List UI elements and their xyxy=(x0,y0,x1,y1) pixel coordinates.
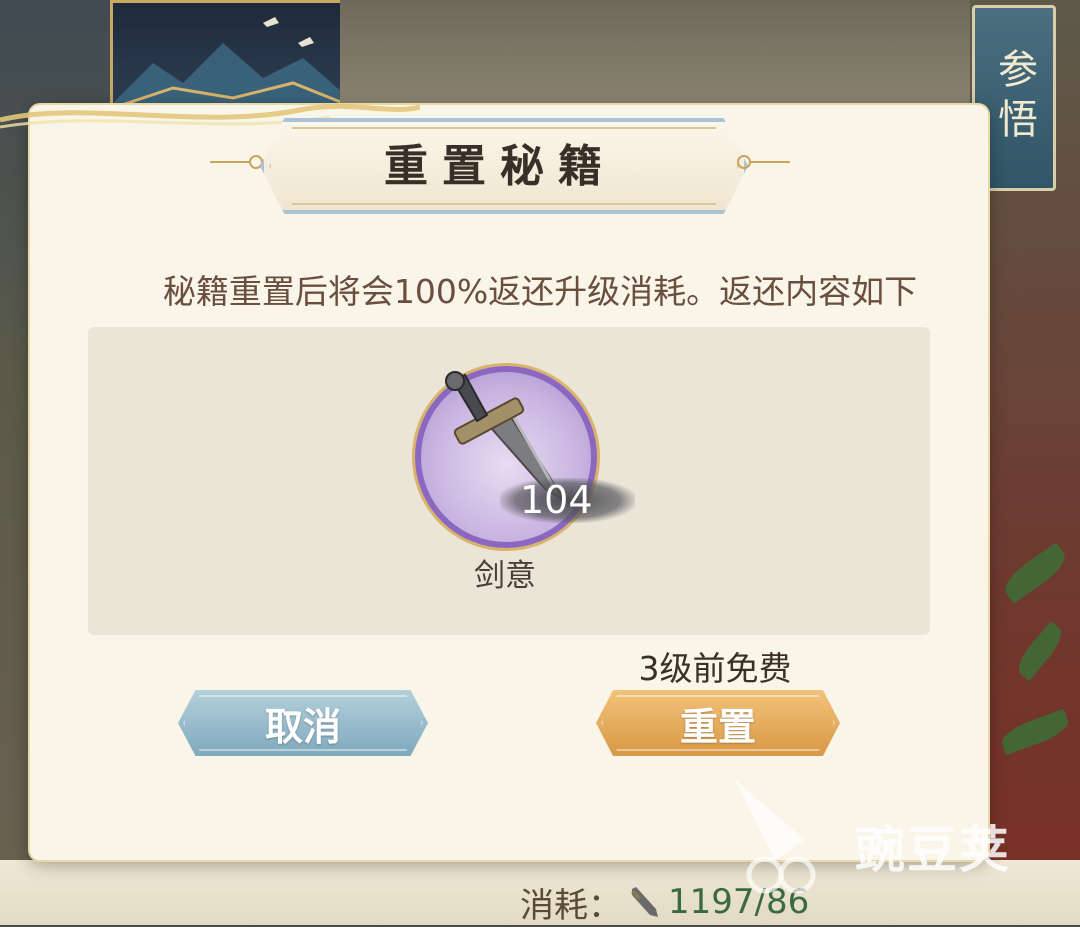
reset-button-label: 重置 xyxy=(679,704,756,749)
watermark-text: 豌豆荚 xyxy=(855,821,1011,879)
dialog-title: 重置秘籍 xyxy=(384,141,616,192)
cancel-button[interactable]: 取消 xyxy=(178,690,428,756)
sword-icon xyxy=(631,887,658,917)
cost-label: 消耗： xyxy=(520,885,622,926)
background-painting xyxy=(110,0,346,116)
ornament-icon xyxy=(737,155,790,169)
reward-item-count: 104 xyxy=(520,478,593,522)
ornament-icon xyxy=(210,155,263,169)
reward-item-name: 剑意 xyxy=(474,558,536,594)
free-note: 3级前免费 xyxy=(638,649,792,688)
dialog-title-banner: 重置秘籍 xyxy=(210,118,790,214)
background-middle xyxy=(340,0,970,110)
cancel-button-label: 取消 xyxy=(264,704,341,749)
dialog-description: 秘籍重置后将会100%返还升级消耗。返还内容如下 xyxy=(162,272,918,311)
reset-button[interactable]: 重置 xyxy=(596,690,840,756)
